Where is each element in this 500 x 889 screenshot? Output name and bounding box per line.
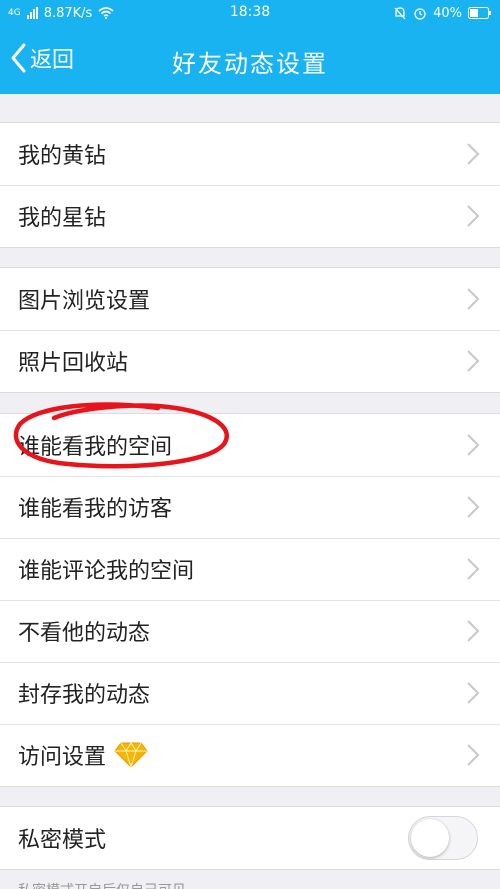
battery-percent: 40%: [433, 5, 462, 21]
row-hide-their-feed[interactable]: 不看他的动态: [0, 600, 500, 662]
row-yellow-diamond[interactable]: 我的黄钻: [0, 123, 500, 185]
chevron-right-icon: [467, 434, 480, 456]
row-who-can-comment[interactable]: 谁能评论我的空间: [0, 538, 500, 600]
row-label: 我的星钻: [18, 206, 107, 231]
chevron-right-icon: [467, 682, 480, 704]
row-star-diamond[interactable]: 我的星钻: [0, 185, 500, 247]
row-label: 访问设置: [18, 745, 107, 770]
page-title: 好友动态设置: [172, 50, 328, 78]
row-who-can-view-visitors[interactable]: 谁能看我的访客: [0, 476, 500, 538]
row-photo-recycle-bin[interactable]: 照片回收站: [0, 330, 500, 392]
alarm-icon: [414, 8, 426, 20]
chevron-right-icon: [467, 143, 480, 165]
row-archive-my-feed[interactable]: 封存我的动态: [0, 662, 500, 724]
row-label: 谁能看我的访客: [18, 497, 173, 522]
row-image-browse-settings[interactable]: 图片浏览设置: [0, 268, 500, 330]
private-mode-description: 私密模式开启后仅自己可见: [18, 880, 186, 889]
row-who-can-view-space[interactable]: 谁能看我的空间: [0, 414, 500, 476]
header: 4G 8.87K/s 18:38 40% 返回 好友动态设置: [0, 0, 500, 94]
mute-bell-icon: [394, 7, 406, 20]
private-mode-toggle[interactable]: [408, 816, 478, 860]
chevron-right-icon: [467, 620, 480, 642]
row-access-settings[interactable]: 访问设置: [0, 724, 500, 786]
nav-bar: 返回 好友动态设置: [0, 26, 500, 94]
settings-group-photos: 图片浏览设置 照片回收站: [0, 267, 500, 393]
status-bar: 4G 8.87K/s 18:38 40%: [0, 0, 500, 26]
signal-icon: [26, 7, 38, 19]
row-label: 我的黄钻: [18, 144, 107, 169]
settings-group-vip: 我的黄钻 我的星钻: [0, 122, 500, 248]
battery-icon: [468, 7, 491, 19]
row-label: 谁能看我的空间: [18, 435, 173, 460]
chevron-right-icon: [467, 205, 480, 227]
chevron-right-icon: [467, 496, 480, 518]
row-label: 不看他的动态: [18, 621, 151, 646]
toggle-knob: [411, 819, 449, 857]
wifi-icon: [98, 7, 114, 19]
network-speed: 8.87K/s: [43, 5, 93, 21]
row-label: 封存我的动态: [18, 683, 151, 708]
chevron-right-icon: [467, 744, 480, 766]
chevron-right-icon: [467, 350, 480, 372]
chevron-right-icon: [467, 558, 480, 580]
network-type: 4G: [8, 8, 21, 18]
settings-group-private-mode: 私密模式: [0, 806, 500, 870]
diamond-icon: [114, 742, 148, 768]
row-label: 照片回收站: [18, 351, 129, 376]
settings-group-privacy: 谁能看我的空间 谁能看我的访客 谁能评论我的空间 不看他的动态 封存我的动态 访…: [0, 413, 500, 787]
status-time: 18:38: [229, 4, 271, 20]
row-label: 私密模式: [18, 828, 107, 853]
chevron-right-icon: [467, 288, 480, 310]
row-private-mode: 私密模式: [0, 807, 500, 869]
row-label: 图片浏览设置: [18, 289, 151, 314]
row-label: 谁能评论我的空间: [18, 559, 195, 584]
